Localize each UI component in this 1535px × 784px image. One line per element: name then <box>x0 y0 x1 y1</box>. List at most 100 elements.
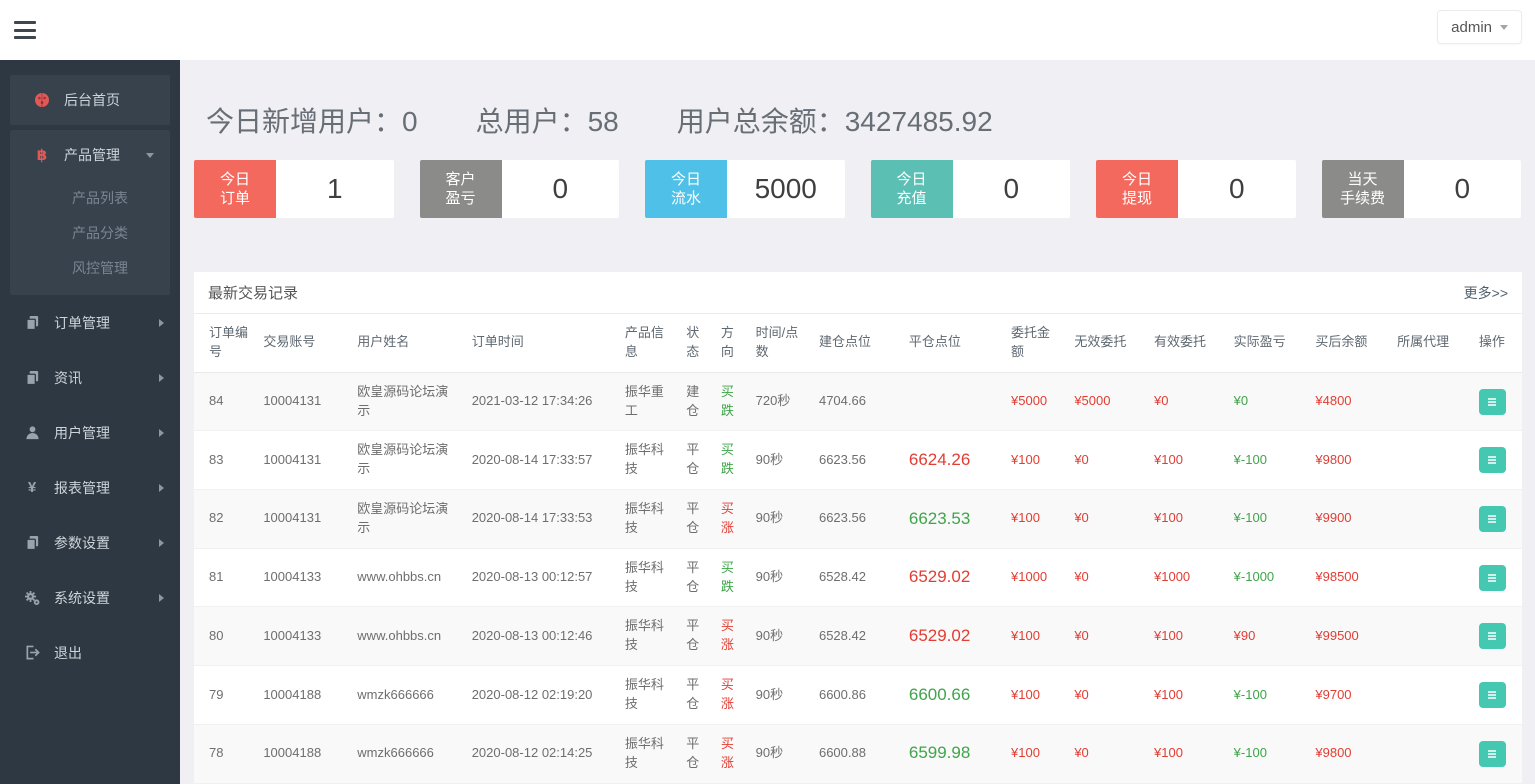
dashboard-icon <box>33 92 51 108</box>
order-detail-button[interactable] <box>1478 681 1506 708</box>
sidebar-item-1-sub-2[interactable]: 风控管理 <box>10 250 170 285</box>
order-detail-button[interactable] <box>1478 740 1506 767</box>
sidebar-item-label: 订单管理 <box>54 314 110 331</box>
sidebar-item-6[interactable]: 参数设置 <box>0 515 180 570</box>
cell-profit: ¥-100 <box>1227 489 1310 549</box>
order-detail-button[interactable] <box>1478 505 1506 532</box>
stat-card-5: 当天 手续费 0 <box>1321 160 1521 218</box>
stat-card-label: 今日 提现 <box>1096 160 1178 218</box>
column-header-agent: 所属代理 <box>1391 314 1473 373</box>
cell-status: 平仓 <box>680 547 715 607</box>
cell-invalid: ¥0 <box>1068 723 1148 783</box>
cell-open: 6600.86 <box>812 665 903 725</box>
cell-invalid: ¥0 <box>1068 489 1148 549</box>
stat-summary-text: 总用户：58 <box>475 106 619 137</box>
sidebar-item-label: 参数设置 <box>54 534 110 551</box>
sidebar-item-5[interactable]: ¥ 报表管理 <box>0 460 180 515</box>
sidebar-item-3[interactable]: 资讯 <box>0 350 180 405</box>
column-header-op: 操作 <box>1472 314 1522 373</box>
sidebar-item-4[interactable]: 用户管理 <box>0 405 180 460</box>
cell-close: 6623.53 <box>902 489 1005 549</box>
sidebar-item-1[interactable]: ฿ 产品管理 <box>10 130 170 180</box>
cell-balance: ¥9800 <box>1309 723 1392 783</box>
more-link[interactable]: 更多>> <box>1464 283 1508 303</box>
chevron-right-icon <box>159 593 164 602</box>
order-detail-button[interactable] <box>1478 447 1506 474</box>
stat-card-value: 0 <box>952 160 1070 218</box>
cell-id: 81 <box>194 547 258 607</box>
sidebar-item-0[interactable]: 后台首页 <box>10 75 170 125</box>
copy-icon <box>23 535 41 551</box>
column-header-balance: 买后余额 <box>1309 314 1392 373</box>
cell-close: 6599.98 <box>902 723 1005 783</box>
cell-id: 83 <box>194 430 258 490</box>
stat-card-value: 0 <box>1403 160 1521 218</box>
cell-profit: ¥-100 <box>1227 665 1310 725</box>
latest-trades-panel: 最新交易记录 更多>> 订单编号 交易账号 用户姓名 订单时间 产品信息 状态 方向 时间/点… <box>194 272 1522 783</box>
order-detail-button[interactable] <box>1478 388 1506 415</box>
cell-balance: ¥9800 <box>1309 430 1392 490</box>
stat-summary-text: 用户总余额：3427485.92 <box>676 106 993 137</box>
column-header-amount: 委托金额 <box>1005 314 1069 373</box>
sidebar-item-7[interactable]: 系统设置 <box>0 570 180 625</box>
stat-card-1: 客户 盈亏 0 <box>419 160 619 218</box>
copy-icon <box>23 370 41 386</box>
cell-dir: 买涨 <box>714 606 750 666</box>
sidebar-item-label: 产品管理 <box>64 147 120 163</box>
sidebar-item-1-sub-1[interactable]: 产品分类 <box>10 215 170 250</box>
table-header-row: 订单编号 交易账号 用户姓名 订单时间 产品信息 状态 方向 时间/点数 建仓点位 平仓点位 委托金… <box>194 314 1522 373</box>
cell-valid: ¥100 <box>1148 665 1228 725</box>
cell-agent <box>1391 547 1473 607</box>
cell-account: 10004133 <box>257 606 352 666</box>
column-header-close: 平仓点位 <box>902 314 1005 373</box>
chevron-down-icon <box>1500 24 1508 30</box>
cell-time: 2020-08-12 02:19:20 <box>465 665 619 725</box>
cell-name: www.ohbbs.cn <box>351 547 466 607</box>
cell-time: 2020-08-14 17:33:57 <box>465 430 619 490</box>
cell-duration: 90秒 <box>749 547 813 607</box>
column-header-duration: 时间/点数 <box>749 314 813 373</box>
user-icon <box>23 425 41 440</box>
cell-amount: ¥100 <box>1005 606 1069 666</box>
cell-op <box>1472 606 1522 666</box>
cell-amount: ¥5000 <box>1011 393 1048 409</box>
cell-invalid: ¥5000 <box>1074 393 1111 409</box>
cell-duration: 90秒 <box>749 430 813 490</box>
cell-agent <box>1391 489 1473 549</box>
menu-toggle-icon[interactable] <box>14 21 36 39</box>
sidebar-item-label: 资讯 <box>54 369 82 386</box>
main-content: 今日新增用户：0 总用户：58 用户总余额：3427485.92 今日 订单 1 客户 … <box>180 60 1535 784</box>
chevron-down-icon <box>146 152 154 158</box>
stat-card-4: 今日 提现 0 <box>1096 160 1296 218</box>
order-detail-button[interactable] <box>1478 623 1506 650</box>
panel-header: 最新交易记录 更多>> <box>194 272 1522 314</box>
stats-row: 今日新增用户：0 总用户：58 用户总余额：3427485.92 <box>206 100 1535 140</box>
order-detail-button[interactable] <box>1478 564 1506 591</box>
cell-dir: 买跌 <box>714 547 750 607</box>
stat-cards-row: 今日 订单 1 客户 盈亏 0 今日 流水 5000 今日 充值 0 今日 提现 0 当天 手续费 0 <box>194 160 1521 218</box>
sidebar-item-2[interactable]: 订单管理 <box>0 295 180 350</box>
cell-valid: ¥0 <box>1154 393 1169 409</box>
cell-close: 6529.02 <box>902 547 1005 607</box>
cell-profit: ¥90 <box>1227 606 1310 666</box>
chevron-right-icon <box>159 318 164 327</box>
trades-table: 订单编号 交易账号 用户姓名 订单时间 产品信息 状态 方向 时间/点数 建仓点位 平仓点位 委托金… <box>194 314 1522 783</box>
cell-name: 欧皇源码论坛演示 <box>357 383 449 418</box>
sidebar-item-8[interactable]: 退出 <box>0 625 180 680</box>
cell-account: 10004188 <box>257 665 352 725</box>
user-dropdown[interactable]: admin <box>1437 10 1522 44</box>
cell-valid: ¥100 <box>1148 489 1228 549</box>
cell-id: 80 <box>194 606 258 666</box>
cell-balance: ¥9700 <box>1309 665 1392 725</box>
sidebar-item-label: 系统设置 <box>54 589 110 606</box>
cell-duration: 90秒 <box>749 723 813 783</box>
cell-op <box>1472 547 1522 607</box>
sidebar-item-1-sub-0[interactable]: 产品列表 <box>10 180 170 215</box>
cell-dir: 买涨 <box>714 489 750 549</box>
cell-product: 振华科技 <box>618 547 681 607</box>
yen-icon: ¥ <box>27 479 37 496</box>
column-header-time: 订单时间 <box>465 314 619 373</box>
cell-valid: ¥1000 <box>1148 547 1228 607</box>
column-header-id: 订单编号 <box>194 314 258 373</box>
column-header-account: 交易账号 <box>257 314 352 373</box>
